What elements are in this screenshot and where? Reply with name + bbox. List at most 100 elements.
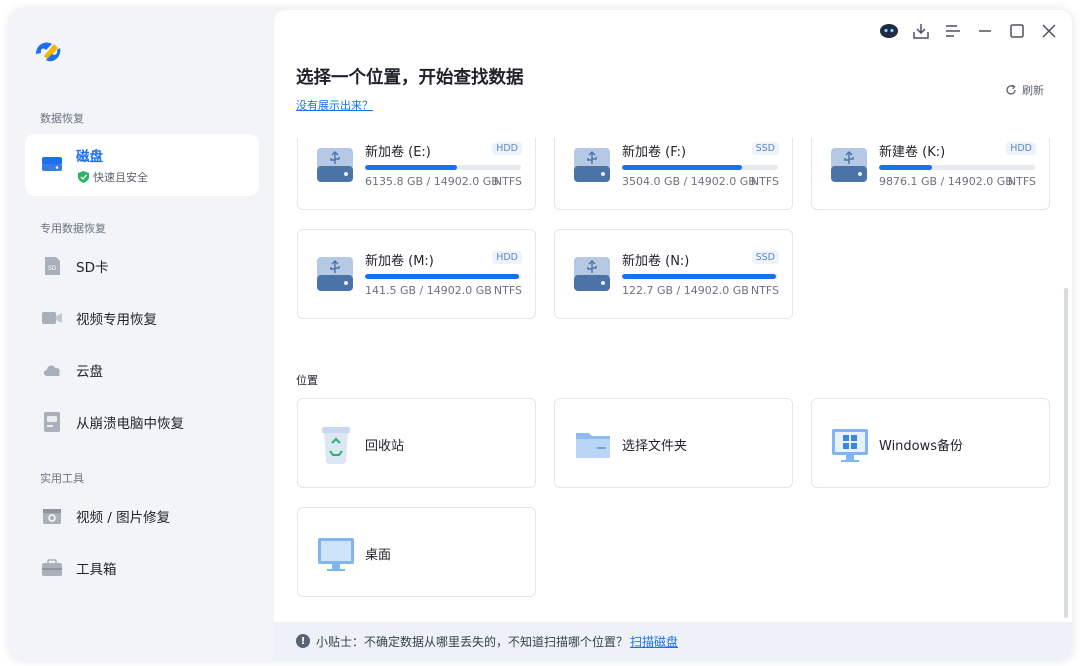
window-toolbar: [878, 20, 1060, 42]
usage-bar-fill: [365, 274, 520, 279]
disk-icon: [42, 157, 62, 171]
drive-type-badge: SSD: [751, 251, 779, 264]
drive-card[interactable]: 新加卷 (E:) HDD 6135.8 GB / 14902.0 GB NTFS: [297, 138, 536, 210]
sidebar-item-label: 工具箱: [76, 562, 117, 578]
usb-drive-icon: [317, 257, 353, 291]
tip-bar: ! 小贴士：不确定数据从哪里丢失的，不知道扫描哪个位置？ 扫描磁盘: [274, 622, 1072, 660]
drive-type-badge: HDD: [492, 251, 522, 264]
usb-drive-icon: [831, 148, 867, 182]
location-windows-backup[interactable]: Windows备份: [811, 398, 1050, 488]
drive-usage: 3504.0 GB / 14902.0 GB: [622, 175, 756, 188]
usage-bar: [365, 274, 521, 279]
scrollbar[interactable]: [1064, 138, 1068, 618]
sidebar-item-disk[interactable]: 磁盘 快速且安全: [25, 134, 259, 196]
crashed-pc-icon: [44, 412, 60, 432]
location-select-folder[interactable]: 选择文件夹: [554, 398, 793, 488]
drive-used: 6135.8 GB: [365, 175, 424, 188]
svg-text:SD: SD: [48, 265, 57, 272]
close-icon: [1042, 24, 1056, 38]
usage-bar: [879, 165, 1035, 170]
location-recycle-bin[interactable]: 回收站: [297, 398, 536, 488]
toolbox-icon: [42, 559, 62, 576]
drive-type-badge: HDD: [492, 142, 522, 155]
usage-bar-fill: [622, 274, 777, 279]
usage-bar: [622, 165, 778, 170]
drive-total: 14902.0 GB: [690, 175, 756, 188]
drive-total: 14902.0 GB: [947, 175, 1013, 188]
location-label: 回收站: [365, 439, 405, 454]
drive-filesystem: NTFS: [1007, 175, 1036, 188]
minimize-icon: [979, 30, 991, 32]
menu-button[interactable]: [942, 20, 964, 42]
drive-total: 14902.0 GB: [433, 175, 499, 188]
close-button[interactable]: [1038, 20, 1060, 42]
recycle-bin-icon: [322, 427, 350, 464]
sidebar-item-cloud[interactable]: 云盘: [25, 346, 259, 394]
shield-check-icon: [78, 171, 89, 183]
maximize-button[interactable]: [1006, 20, 1028, 42]
maximize-icon: [1010, 24, 1024, 38]
drive-name: 新加卷 (N:): [622, 254, 690, 269]
drive-name: 新建卷 (K:): [879, 145, 946, 160]
safety-badge: 快速且安全: [78, 169, 148, 185]
drive-used: 141.5 GB: [365, 284, 417, 297]
drive-used: 3504.0 GB: [622, 175, 681, 188]
app-window: 数据恢复 磁盘 快速且安全 专用数据恢复 SD SD卡 视频专用恢复 云盘 从崩…: [10, 10, 1072, 660]
sd-card-icon: SD: [45, 257, 60, 275]
refresh-button[interactable]: 刷新: [1005, 82, 1044, 98]
drive-card[interactable]: 新加卷 (M:) HDD 141.5 GB / 14902.0 GB NTFS: [297, 229, 536, 319]
desktop-icon: [318, 538, 354, 571]
robot-icon: [880, 24, 898, 38]
usb-drive-icon: [317, 148, 353, 182]
drive-total: 14902.0 GB: [426, 284, 492, 297]
usage-bar: [365, 165, 521, 170]
drive-type-badge: HDD: [1006, 142, 1036, 155]
drive-usage: 141.5 GB / 14902.0 GB: [365, 284, 492, 297]
sidebar-item-media-repair[interactable]: 视频 / 图片修复: [25, 492, 259, 540]
drive-card[interactable]: 新加卷 (F:) SSD 3504.0 GB / 14902.0 GB NTFS: [554, 138, 793, 210]
drive-filesystem: NTFS: [750, 175, 779, 188]
page-title: 选择一个位置，开始查找数据: [296, 68, 524, 88]
drive-name: 新加卷 (M:): [365, 254, 434, 269]
sidebar-item-video-recovery[interactable]: 视频专用恢复: [25, 294, 259, 342]
drive-card[interactable]: 新加卷 (N:) SSD 122.7 GB / 14902.0 GB NTFS: [554, 229, 793, 319]
main-panel: 选择一个位置，开始查找数据 没有展示出来？ 刷新 新加卷 (E:) HDD 6135…: [274, 10, 1072, 660]
sidebar-item-crashed-pc[interactable]: 从崩溃电脑中恢复: [25, 398, 259, 446]
drive-usage: 9876.1 GB / 14902.0 GB: [879, 175, 1013, 188]
sidebar-item-label: 视频 / 图片修复: [76, 510, 171, 526]
sidebar-item-label: 从崩溃电脑中恢复: [76, 416, 184, 432]
download-button[interactable]: [910, 20, 932, 42]
refresh-label: 刷新: [1022, 84, 1044, 97]
location-desktop[interactable]: 桌面: [297, 507, 536, 597]
not-shown-link[interactable]: 没有展示出来？: [296, 97, 373, 113]
drive-card[interactable]: 新建卷 (K:) HDD 9876.1 GB / 14902.0 GB NTFS: [811, 138, 1050, 210]
drive-type-badge: SSD: [751, 142, 779, 155]
drive-filesystem: NTFS: [750, 284, 779, 297]
location-label: Windows备份: [879, 439, 964, 454]
sidebar-item-label: 云盘: [76, 364, 103, 380]
section-title-special-recovery: 专用数据恢复: [40, 222, 106, 235]
sidebar-item-label: 视频专用恢复: [76, 312, 157, 328]
scrollbar-thumb[interactable]: [1064, 288, 1068, 618]
sidebar-item-label: SD卡: [76, 260, 109, 276]
drive-usage: 6135.8 GB / 14902.0 GB: [365, 175, 499, 188]
scan-disk-link[interactable]: 扫描磁盘: [630, 633, 678, 650]
location-label: 桌面: [365, 548, 392, 563]
app-logo-icon: [36, 42, 61, 62]
location-label: 选择文件夹: [622, 439, 688, 454]
usage-bar: [622, 274, 778, 279]
video-camera-icon: [42, 312, 62, 324]
drive-filesystem: NTFS: [493, 284, 522, 297]
usage-bar-fill: [365, 165, 458, 170]
info-icon: !: [296, 634, 310, 648]
section-title-tools: 实用工具: [40, 472, 84, 485]
assistant-button[interactable]: [878, 20, 900, 42]
usage-bar-fill: [622, 165, 743, 170]
sidebar-item-label: 磁盘: [76, 149, 103, 165]
sidebar-item-sd-card[interactable]: SD SD卡: [25, 242, 259, 290]
usb-drive-icon: [574, 257, 610, 291]
sidebar-item-sub: 快速且安全: [93, 171, 148, 184]
minimize-button[interactable]: [974, 20, 996, 42]
sidebar-item-toolbox[interactable]: 工具箱: [25, 544, 259, 592]
windows-backup-icon: [832, 429, 868, 462]
